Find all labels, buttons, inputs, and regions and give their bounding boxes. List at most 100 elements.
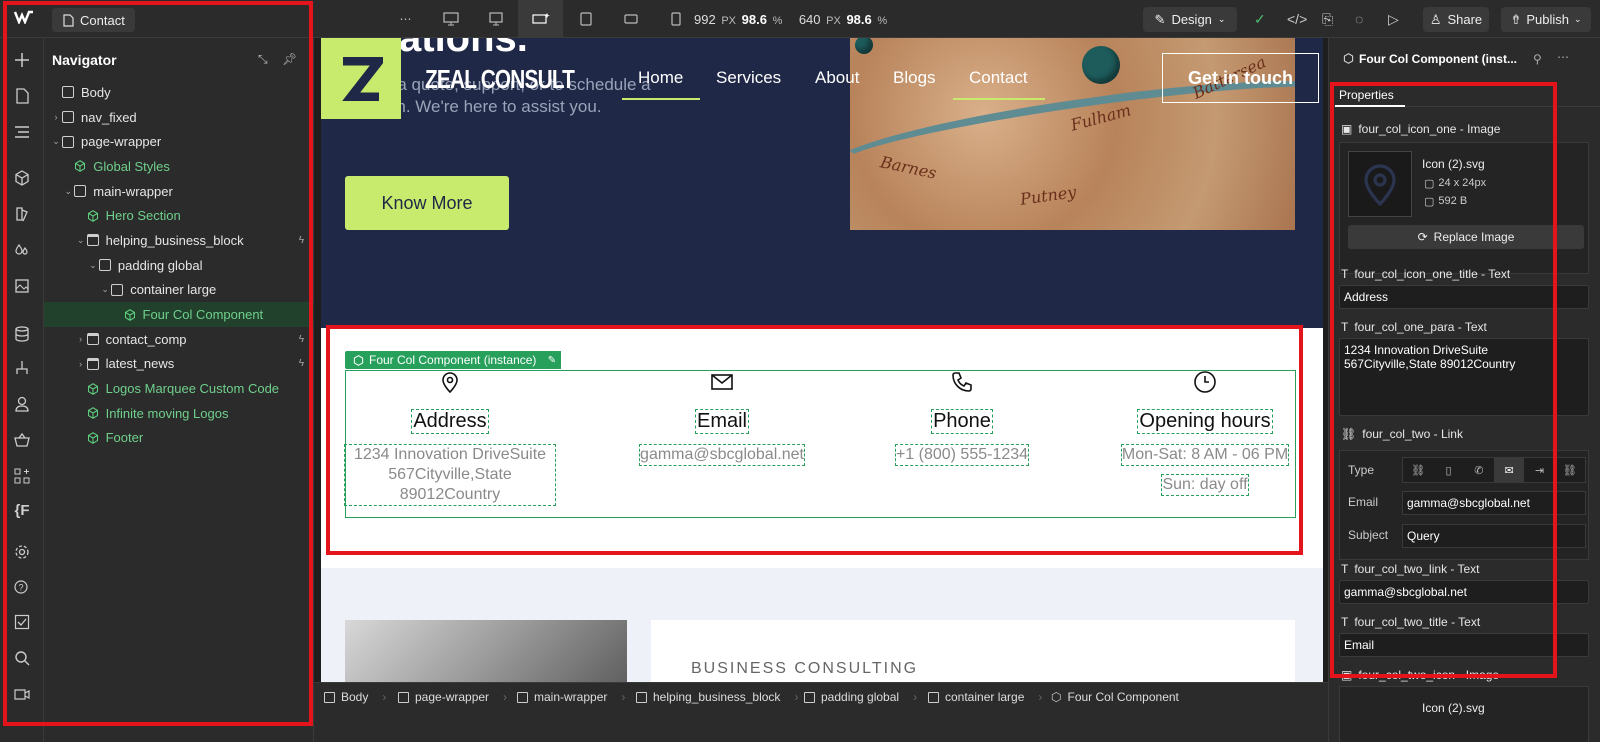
users-icon[interactable]	[0, 392, 44, 416]
navigator-item[interactable]: Hero Section	[44, 203, 314, 228]
instance-tag[interactable]: Four Col Component (instance)	[345, 351, 545, 369]
desktop-large-icon[interactable]	[473, 0, 518, 38]
section-link-icon[interactable]: ⛓	[1555, 464, 1585, 477]
export-icon[interactable]: ⎘	[1322, 11, 1333, 28]
search-icon[interactable]	[0, 646, 44, 670]
get-in-touch-button[interactable]: Get in touch	[1162, 53, 1319, 103]
tablet-icon[interactable]	[563, 0, 608, 38]
chevron-down-icon[interactable]: ⌄	[62, 186, 74, 197]
column-paragraph[interactable]: +1 (800) 555-1234	[894, 444, 1030, 466]
pages-icon[interactable]	[0, 84, 44, 108]
navigator-item[interactable]: › latest_news ϟ	[44, 352, 314, 377]
design-canvas[interactable]: ations. out a quote, support, or to sche…	[321, 38, 1323, 682]
subject-input[interactable]: Query	[1402, 524, 1586, 548]
two-link-text-input[interactable]: gamma@sbcglobal.net	[1339, 580, 1589, 604]
column-paragraph[interactable]: 1234 Innovation DriveSuite 567Cityville,…	[344, 444, 556, 506]
column-title[interactable]: Phone	[931, 409, 993, 434]
preview-play-icon[interactable]: ▷	[1388, 11, 1399, 28]
breadcrumb-item[interactable]: padding global ›	[804, 690, 917, 704]
column-title[interactable]: Address	[411, 409, 489, 434]
one-para-textarea[interactable]: 1234 Innovation DriveSuite 567Cityville,…	[1339, 338, 1589, 416]
column-hours[interactable]: Opening hours Mon-Sat: 8 AM - 06 PM Sun:…	[1113, 370, 1297, 496]
page-switcher-button[interactable]: Contact	[52, 8, 135, 32]
navigator-item[interactable]: Infinite moving Logos	[44, 401, 314, 426]
chevron-down-icon[interactable]: ⌄	[75, 235, 87, 246]
column-email[interactable]: Email gamma@sbcglobal.net	[627, 370, 817, 466]
chevron-down-icon[interactable]: ⌄	[99, 284, 111, 295]
more-options-icon[interactable]: ⋯	[1557, 50, 1569, 64]
navigator-item[interactable]: ⌄ page-wrapper	[44, 129, 314, 154]
edit-pencil-icon[interactable]: ✎	[543, 351, 561, 369]
settings-gear-icon[interactable]	[0, 540, 44, 564]
share-button[interactable]: ♙ Share	[1423, 7, 1489, 32]
column-paragraph-secondary[interactable]: Sun: day off	[1161, 474, 1249, 496]
desktop-xl-icon[interactable]	[428, 0, 473, 38]
mobile-landscape-icon[interactable]	[608, 0, 653, 38]
collapse-all-icon[interactable]: ⤡	[258, 52, 268, 67]
two-title-input[interactable]: Email	[1339, 633, 1589, 657]
email-link-icon[interactable]: ✉	[1493, 458, 1525, 482]
chevron-right-icon[interactable]: ›	[75, 359, 87, 369]
navigator-item[interactable]: Global Styles	[44, 154, 314, 179]
breadcrumb-item[interactable]: page-wrapper ›	[398, 690, 507, 704]
logic-flow-icon[interactable]	[0, 356, 44, 380]
eyebrow-text[interactable]: BUSINESS CONSULTING	[691, 660, 918, 678]
breadcrumb-item[interactable]: container large ›	[928, 690, 1042, 704]
business-consulting-section[interactable]: BUSINESS CONSULTING	[321, 568, 1323, 682]
nav-link-contact[interactable]: Contact	[969, 68, 1028, 88]
navigator-item[interactable]: Four Col Component	[44, 302, 314, 327]
check-circle-icon[interactable]: ✓	[1254, 11, 1266, 28]
publish-button[interactable]: ⇮ Publish ⌄	[1501, 7, 1591, 32]
canvas-height[interactable]: 640	[799, 12, 821, 27]
video-tutorials-icon[interactable]	[0, 682, 44, 706]
hero-heading[interactable]: ations.	[399, 38, 528, 61]
know-more-button[interactable]: Know More	[345, 176, 509, 230]
navigator-item[interactable]: ⌄ helping_business_block ϟ	[44, 228, 314, 253]
navigator-icon[interactable]	[0, 120, 44, 144]
replace-image-button[interactable]: ⟳ Replace Image	[1348, 225, 1584, 249]
code-icon[interactable]: </>	[1287, 11, 1307, 27]
components-icon[interactable]	[0, 166, 44, 190]
column-title[interactable]: Email	[694, 409, 750, 434]
breadcrumb-item[interactable]: helping_business_block ›	[636, 690, 798, 704]
icon-one-title-input[interactable]: Address	[1339, 285, 1589, 309]
code-braces-icon[interactable]: {F	[0, 498, 44, 522]
column-address[interactable]: Address 1234 Innovation DriveSuite 567Ci…	[344, 370, 556, 506]
mobile-portrait-icon[interactable]	[653, 0, 698, 38]
navigator-item[interactable]: › contact_comp ϟ	[44, 327, 314, 352]
brand-name[interactable]: ZEAL CONSULT	[425, 64, 575, 95]
help-icon[interactable]: ?	[0, 574, 44, 598]
column-title[interactable]: Opening hours	[1137, 409, 1273, 434]
navigator-item[interactable]: ⌄ container large	[44, 278, 314, 303]
url-link-icon[interactable]: ⛓	[1403, 464, 1433, 477]
breadcrumb-item[interactable]: Body ›	[324, 690, 386, 704]
column-phone[interactable]: Phone +1 (800) 555-1234	[881, 370, 1043, 466]
audit-checkbox-icon[interactable]	[0, 610, 44, 634]
nav-link-about[interactable]: About	[815, 68, 859, 88]
variables-drops-icon[interactable]	[0, 238, 44, 262]
brand-logo-icon[interactable]	[321, 38, 401, 119]
webflow-logo-icon[interactable]	[13, 10, 34, 28]
cms-database-icon[interactable]	[0, 322, 44, 346]
pin-icon[interactable]: 📌︎	[282, 52, 297, 66]
consulting-card[interactable]: BUSINESS CONSULTING	[651, 620, 1295, 682]
nav-link-blogs[interactable]: Blogs	[893, 68, 936, 88]
navigator-item[interactable]: Logos Marquee Custom Code	[44, 376, 314, 401]
page-link-icon[interactable]: ▯	[1433, 464, 1463, 477]
four-col-section[interactable]: Four Col Component (instance) ✎ Address …	[321, 328, 1323, 568]
style-guide-icon[interactable]	[0, 202, 44, 226]
hero-section[interactable]: ations. out a quote, support, or to sche…	[321, 38, 1323, 328]
ecommerce-basket-icon[interactable]	[0, 428, 44, 452]
mode-switcher-button[interactable]: ✎ Design ⌄	[1143, 7, 1237, 32]
desktop-base-icon[interactable]	[518, 0, 563, 38]
email-input[interactable]: gamma@sbcglobal.net	[1402, 491, 1586, 515]
navigator-item[interactable]: ⌄ main-wrapper	[44, 179, 314, 204]
column-paragraph[interactable]: gamma@sbcglobal.net	[639, 444, 805, 466]
apps-icon[interactable]	[0, 464, 44, 488]
breadcrumb-item[interactable]: ⬡ Four Col Component	[1051, 690, 1179, 704]
chevron-right-icon[interactable]: ›	[50, 112, 62, 122]
more-icon[interactable]: ⋯	[383, 0, 428, 38]
nav-link-services[interactable]: Services	[716, 68, 781, 88]
navigator-item[interactable]: Footer	[44, 426, 314, 451]
canvas-width[interactable]: 992	[694, 12, 716, 27]
